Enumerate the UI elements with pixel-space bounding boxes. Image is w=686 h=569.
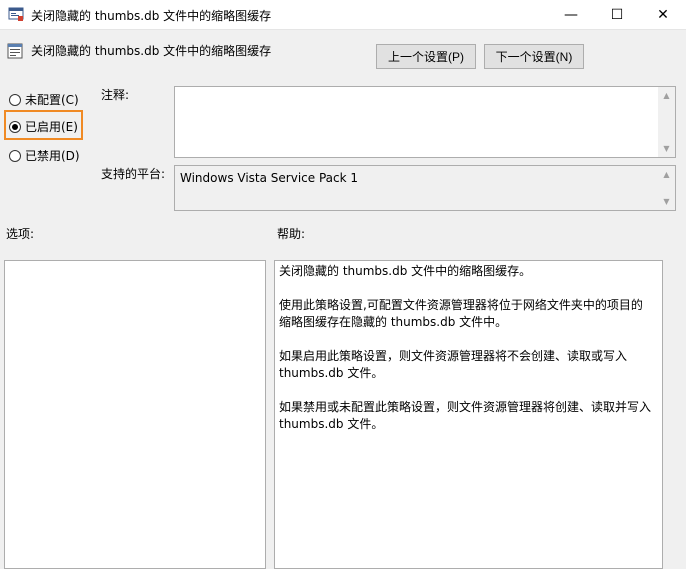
previous-setting-button[interactable]: 上一个设置(P) bbox=[376, 44, 476, 69]
radio-circle[interactable] bbox=[9, 93, 21, 106]
scroll-down-icon[interactable]: ▼ bbox=[658, 140, 675, 157]
options-panel bbox=[4, 260, 266, 569]
note-textarea[interactable]: ▲ ▼ bbox=[174, 86, 676, 158]
title-bar: 关闭隐藏的 thumbs.db 文件中的缩略图缓存 — ☐ ✕ bbox=[0, 0, 686, 29]
help-panel: 关闭隐藏的 thumbs.db 文件中的缩略图缓存。 使用此策略设置,可配置文件… bbox=[274, 260, 663, 569]
platform-textbox: Windows Vista Service Pack 1 ▲ ▼ bbox=[174, 165, 676, 211]
help-paragraph: 如果启用此策略设置，则文件资源管理器将不会创建、读取或写入 thumbs.db … bbox=[279, 349, 628, 380]
platform-scrollbar[interactable]: ▲ ▼ bbox=[658, 166, 675, 210]
help-paragraph: 如果禁用或未配置此策略设置，则文件资源管理器将创建、读取并写入 thumbs.d… bbox=[279, 400, 652, 431]
options-label: 选项: bbox=[6, 227, 35, 241]
minimize-button[interactable]: — bbox=[548, 0, 594, 29]
radio-label: 已禁用(D) bbox=[25, 149, 80, 163]
radio-disabled[interactable]: 已禁用(D) bbox=[9, 147, 80, 164]
title-separator bbox=[0, 29, 686, 30]
radio-not-configured[interactable]: 未配置(C) bbox=[9, 91, 79, 108]
close-button[interactable]: ✕ bbox=[640, 0, 686, 29]
note-scrollbar[interactable]: ▲ ▼ bbox=[658, 87, 675, 157]
radio-label: 未配置(C) bbox=[25, 93, 79, 107]
enabled-highlight-box bbox=[4, 110, 83, 140]
next-setting-button[interactable]: 下一个设置(N) bbox=[484, 44, 584, 69]
window-title: 关闭隐藏的 thumbs.db 文件中的缩略图缓存 bbox=[31, 9, 272, 23]
help-paragraph: 使用此策略设置,可配置文件资源管理器将位于网络文件夹中的项目的缩略图缓存在隐藏的… bbox=[279, 298, 643, 329]
policy-name: 关闭隐藏的 thumbs.db 文件中的缩略图缓存 bbox=[31, 44, 272, 58]
scroll-down-icon[interactable]: ▼ bbox=[658, 193, 675, 210]
scroll-up-icon[interactable]: ▲ bbox=[658, 166, 675, 183]
note-label: 注释: bbox=[101, 88, 130, 102]
help-paragraph: 关闭隐藏的 thumbs.db 文件中的缩略图缓存。 bbox=[279, 264, 532, 278]
scroll-up-icon[interactable]: ▲ bbox=[658, 87, 675, 104]
help-label: 帮助: bbox=[277, 227, 306, 241]
platform-label: 支持的平台: bbox=[101, 167, 166, 181]
policy-setting-icon bbox=[6, 42, 24, 60]
platform-value: Windows Vista Service Pack 1 bbox=[180, 171, 358, 185]
maximize-button[interactable]: ☐ bbox=[594, 0, 640, 29]
policy-editor-icon bbox=[8, 6, 24, 22]
radio-circle[interactable] bbox=[9, 149, 21, 162]
